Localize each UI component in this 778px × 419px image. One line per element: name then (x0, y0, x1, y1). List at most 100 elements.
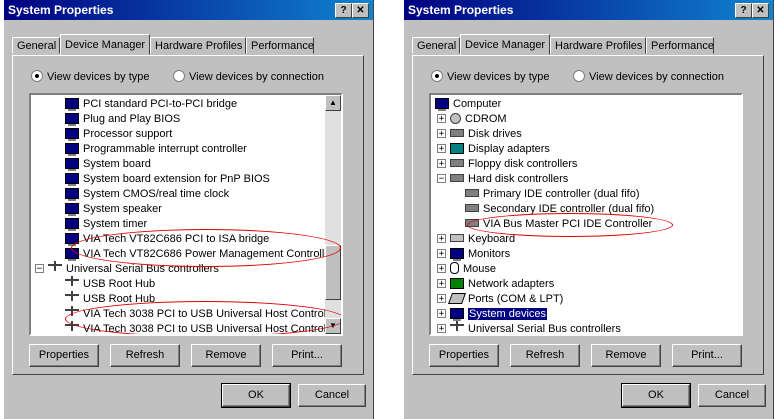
tree-item[interactable]: + Monitors (437, 247, 510, 262)
tree-item[interactable]: VIA Tech 3038 PCI to USB Universal Host … (65, 321, 339, 335)
expand-toggle[interactable]: + (437, 278, 446, 288)
device-tree[interactable]: PCI standard PCI-to-PCI bridge Plug and … (29, 93, 343, 336)
tree-item-system-devices[interactable]: + System devices (437, 307, 548, 322)
tab-general[interactable]: General (412, 37, 460, 54)
expand-toggle[interactable]: + (437, 323, 446, 333)
tree-item-computer[interactable]: Computer (435, 97, 501, 112)
tree-item[interactable]: + Keyboard (437, 232, 515, 247)
close-button[interactable]: ✕ (352, 3, 369, 18)
help-button[interactable]: ? (735, 3, 752, 18)
tab-performance[interactable]: Performance (246, 37, 314, 54)
device-tree[interactable]: Computer + CDROM + Disk drives + Display ad… (429, 93, 743, 336)
tab-hardware-profiles[interactable]: Hardware Profiles (550, 37, 646, 54)
remove-button[interactable]: Remove (591, 344, 661, 367)
ok-button[interactable]: OK (221, 383, 291, 408)
tree-item-label-selected: System devices (468, 308, 548, 320)
radio-by-type[interactable]: View devices by type (431, 70, 550, 84)
tab-device-manager[interactable]: Device Manager (60, 34, 150, 55)
tree-item-label: USB Root Hub (83, 278, 156, 290)
tree-item[interactable]: USB Root Hub (65, 291, 155, 307)
tab-performance[interactable]: Performance (646, 37, 714, 54)
tree-item[interactable]: Secondary IDE controller (dual fifo) (465, 202, 654, 217)
tree-item-label: Network adapters (468, 278, 555, 290)
expand-toggle[interactable]: + (437, 158, 446, 168)
tab-hardware-profiles[interactable]: Hardware Profiles (150, 37, 246, 54)
ok-button[interactable]: OK (621, 383, 691, 408)
window-title: System Properties (408, 3, 514, 17)
properties-button[interactable]: Properties (429, 344, 499, 367)
radio-label: View devices by connection (589, 71, 724, 83)
tree-item[interactable]: + Ports (COM & LPT) (437, 292, 563, 307)
radio-label: View devices by connection (189, 71, 324, 83)
vertical-scrollbar[interactable]: ▲ ▼ (325, 95, 341, 334)
radio-by-type[interactable]: View devices by type (31, 70, 150, 84)
ide-controller-icon (465, 189, 479, 198)
cancel-button[interactable]: Cancel (298, 384, 366, 407)
expand-toggle[interactable]: + (437, 248, 446, 258)
properties-button[interactable]: Properties (29, 344, 99, 367)
tree-item[interactable]: System speaker (65, 202, 162, 217)
help-button[interactable]: ? (335, 3, 352, 18)
tree-item[interactable]: USB Root Hub (65, 276, 156, 292)
expand-toggle[interactable]: + (437, 233, 446, 243)
tree-item[interactable]: VIA Tech VT82C686 Power Management Contr… (65, 247, 334, 262)
tree-item[interactable]: + Disk drives (437, 127, 522, 142)
tree-item[interactable]: Primary IDE controller (dual fifo) (465, 187, 640, 202)
expand-toggle[interactable]: + (437, 113, 446, 123)
tree-item[interactable]: PCI standard PCI-to-PCI bridge (65, 97, 237, 112)
print-button[interactable]: Print... (672, 344, 742, 367)
tree-item[interactable]: + Mouse (437, 262, 496, 277)
device-manager-panel: View devices by type View devices by con… (412, 55, 764, 375)
expand-toggle[interactable]: + (437, 293, 446, 303)
tree-item[interactable]: Plug and Play BIOS (65, 112, 180, 127)
tree-item-label: Plug and Play BIOS (83, 113, 181, 125)
tree-item[interactable]: VIA Bus Master PCI IDE Controller (465, 217, 652, 232)
radio-unselected-icon (173, 70, 185, 83)
expand-toggle[interactable]: + (437, 263, 446, 273)
tree-item[interactable]: − Hard disk controllers (437, 172, 568, 187)
tree-item-label: VIA Tech 3038 PCI to USB Universal Host … (83, 323, 339, 335)
expand-toggle[interactable]: + (437, 308, 446, 318)
tree-item[interactable]: System board (65, 157, 151, 172)
tree-item[interactable]: System CMOS/real time clock (65, 187, 229, 202)
collapse-toggle[interactable]: − (437, 173, 446, 183)
collapse-toggle[interactable]: − (35, 263, 44, 273)
tab-device-manager[interactable]: Device Manager (460, 34, 550, 55)
radio-by-connection[interactable]: View devices by connection (573, 70, 724, 84)
tree-item[interactable]: System board extension for PnP BIOS (65, 172, 270, 187)
close-button[interactable]: ✕ (752, 3, 769, 18)
tree-item[interactable]: + Floppy disk controllers (437, 157, 577, 172)
tree-item[interactable]: + Network adapters (437, 277, 554, 292)
device-manager-panel: View devices by type View devices by con… (12, 55, 364, 375)
tree-item-label: Floppy disk controllers (468, 158, 578, 170)
title-bar[interactable]: System Properties ? ✕ (404, 0, 773, 20)
scroll-thumb[interactable] (325, 245, 341, 300)
tree-item[interactable]: VIA Tech 3038 PCI to USB Universal Host … (65, 306, 338, 322)
remove-button[interactable]: Remove (191, 344, 261, 367)
tree-item[interactable]: Processor support (65, 127, 172, 142)
tree-item[interactable]: + Display adapters (437, 142, 550, 157)
expand-toggle[interactable]: + (437, 128, 446, 138)
refresh-button[interactable]: Refresh (510, 344, 580, 367)
expand-toggle[interactable]: + (437, 143, 446, 153)
radio-label: View devices by type (447, 71, 550, 83)
tree-item-label: Hard disk controllers (468, 173, 569, 185)
scroll-down-icon[interactable]: ▼ (325, 318, 341, 334)
window-title: System Properties (8, 3, 114, 17)
device-icon (65, 127, 79, 141)
tab-general[interactable]: General (12, 37, 60, 54)
print-button[interactable]: Print... (272, 344, 342, 367)
cancel-button[interactable]: Cancel (698, 384, 766, 407)
radio-by-connection[interactable]: View devices by connection (173, 70, 324, 84)
title-bar[interactable]: System Properties ? ✕ (4, 0, 373, 20)
tree-item[interactable]: + CDROM (437, 112, 507, 127)
system-properties-window-right: System Properties ? ✕ General Device Man… (404, 0, 774, 419)
refresh-button[interactable]: Refresh (110, 344, 180, 367)
tree-item[interactable]: + Universal Serial Bus controllers (437, 321, 621, 334)
tree-item[interactable]: Programmable interrupt controller (65, 142, 247, 157)
tree-item[interactable]: System timer (65, 217, 147, 232)
tree-item[interactable]: VIA Tech VT82C686 PCI to ISA bridge (65, 232, 269, 247)
tree-item-label: Disk drives (468, 128, 522, 140)
tree-item[interactable]: − Universal Serial Bus controllers (35, 261, 219, 277)
scroll-up-icon[interactable]: ▲ (325, 95, 341, 111)
